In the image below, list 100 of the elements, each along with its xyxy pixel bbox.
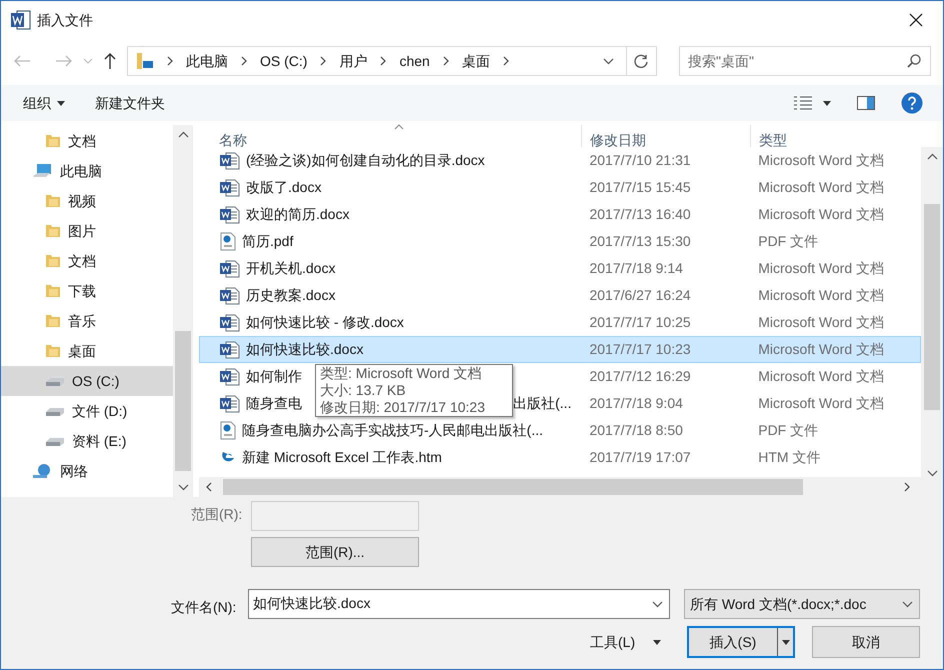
nav-item[interactable]: 文件 (D:) bbox=[1, 396, 174, 426]
file-name[interactable]: 如何快速比较.docx bbox=[246, 339, 364, 360]
type-cell-text: Microsoft Word 文档 bbox=[757, 205, 885, 224]
scroll-right-icon bbox=[903, 482, 911, 492]
search-icon bbox=[907, 54, 921, 68]
breadcrumb[interactable]: OS (C:) bbox=[260, 50, 308, 72]
type-cell-text: Microsoft Word 文档 bbox=[757, 286, 885, 305]
scroll-up-icon bbox=[178, 131, 189, 138]
range-field[interactable] bbox=[251, 501, 419, 531]
help-icon[interactable] bbox=[901, 92, 923, 114]
caret-icon bbox=[653, 640, 662, 644]
word-document-icon bbox=[220, 178, 240, 196]
chevron-right-icon bbox=[379, 56, 388, 66]
nav-item[interactable]: 图片 bbox=[1, 216, 174, 246]
filename-label: 文件名(N): bbox=[171, 598, 236, 617]
nav-item[interactable]: 视频 bbox=[1, 186, 174, 216]
file-name[interactable]: 如何制作 bbox=[246, 366, 302, 387]
breadcrumb[interactable]: 桌面 bbox=[462, 50, 490, 72]
scroll-down-icon bbox=[926, 470, 938, 477]
folder-icon bbox=[45, 313, 61, 329]
range-button[interactable]: 范围(R)... bbox=[251, 537, 419, 567]
address-bar[interactable]: 此电脑 OS (C:) 用户 chen 桌面 bbox=[127, 46, 657, 76]
file-name[interactable]: 开机关机.docx bbox=[246, 258, 336, 279]
nav-item[interactable]: 网络 bbox=[1, 456, 174, 486]
new-folder-button[interactable]: 新建文件夹 bbox=[83, 92, 177, 114]
preview-pane-icon[interactable] bbox=[857, 96, 875, 110]
filename-field[interactable]: 如何快速比较.docx bbox=[248, 589, 670, 619]
date-cell-text: 2017/7/12 16:29 bbox=[588, 367, 692, 386]
horizontal-scrollbar[interactable] bbox=[199, 477, 943, 497]
window-title: 插入文件 bbox=[37, 10, 93, 30]
pdf-file-icon bbox=[220, 232, 236, 251]
file-name[interactable]: 如何快速比较 - 修改.docx bbox=[246, 312, 404, 333]
date-cell-text: 2017/7/17 10:23 bbox=[588, 340, 692, 359]
scroll-up-icon bbox=[926, 153, 938, 160]
folder-icon bbox=[45, 193, 61, 209]
nav-item[interactable]: 下载 bbox=[1, 276, 174, 306]
vertical-scrollbar[interactable] bbox=[921, 147, 943, 477]
file-name[interactable]: 欢迎的简历.docx bbox=[246, 204, 350, 225]
nav-item[interactable]: 音乐 bbox=[1, 306, 174, 336]
word-document-icon bbox=[220, 206, 240, 224]
chevron-right-icon bbox=[442, 56, 450, 66]
file-name[interactable]: 历史教案.docx bbox=[246, 285, 336, 306]
computer-icon bbox=[33, 163, 53, 179]
scroll-down-icon bbox=[178, 484, 189, 491]
drive-icon bbox=[45, 375, 65, 387]
nav-item[interactable]: 文档 bbox=[1, 246, 174, 276]
column-header[interactable]: 类型 bbox=[751, 125, 921, 147]
breadcrumb[interactable]: 用户 bbox=[339, 50, 368, 72]
file-name[interactable]: 随身查电脑办公高手实战技巧-人民邮电出版社(... bbox=[242, 420, 543, 441]
file-type-dropdown[interactable]: 所有 Word 文档(*.docx;*.doc bbox=[684, 589, 920, 619]
search-field[interactable]: 搜索"桌面" bbox=[679, 46, 931, 76]
word-document-icon bbox=[220, 260, 240, 278]
nav-item[interactable]: 资料 (E:) bbox=[1, 426, 174, 456]
close-icon bbox=[909, 13, 923, 27]
word-document-icon bbox=[220, 314, 240, 332]
column-header[interactable]: 修改日期 bbox=[582, 125, 751, 147]
date-cell-text: 2017/7/17 10:25 bbox=[588, 313, 692, 332]
file-name[interactable]: (经验之谈)如何创建自动化的目录.docx bbox=[246, 150, 485, 171]
type-cell-text: PDF 文件 bbox=[757, 232, 820, 251]
refresh-icon[interactable] bbox=[634, 54, 649, 68]
nav-item[interactable]: 桌面 bbox=[1, 336, 174, 366]
desktop-folder-icon bbox=[136, 52, 154, 70]
date-cell-text: 2017/7/18 9:14 bbox=[588, 259, 684, 278]
folder-icon bbox=[45, 133, 61, 149]
file-name[interactable]: 新建 Microsoft Excel 工作表.htm bbox=[242, 447, 442, 468]
word-document-icon bbox=[220, 368, 240, 386]
date-cell-text: 2017/7/18 9:04 bbox=[588, 394, 684, 413]
folder-icon bbox=[45, 343, 61, 359]
date-cell-text: 2017/7/18 8:50 bbox=[588, 421, 684, 440]
chevron-right-icon bbox=[240, 56, 248, 66]
drive-icon bbox=[45, 435, 65, 447]
folder-icon bbox=[45, 283, 61, 299]
cancel-button[interactable]: 取消 bbox=[812, 626, 920, 658]
tools-button[interactable]: 工具(L) bbox=[584, 627, 668, 657]
file-name[interactable]: 随身查电 bbox=[246, 393, 302, 414]
folder-icon bbox=[45, 253, 61, 269]
column-header[interactable]: 名称 bbox=[199, 125, 582, 147]
nav-item[interactable]: 此电脑 bbox=[1, 156, 174, 186]
date-cell-text: 2017/7/13 15:30 bbox=[588, 232, 692, 251]
word-document-icon bbox=[220, 152, 240, 170]
file-name[interactable]: 改版了.docx bbox=[246, 177, 322, 198]
file-name[interactable]: 简历.pdf bbox=[242, 231, 294, 252]
sort-caret-icon bbox=[394, 124, 404, 130]
network-icon bbox=[33, 463, 53, 479]
type-cell-text: Microsoft Word 文档 bbox=[757, 313, 885, 332]
history-chevron-icon bbox=[603, 58, 614, 64]
navigation-scrollbar[interactable] bbox=[173, 125, 194, 497]
up-arrow-icon[interactable] bbox=[103, 52, 117, 70]
breadcrumb[interactable]: chen bbox=[399, 50, 430, 72]
word-document-icon bbox=[220, 340, 240, 358]
view-list-icon[interactable] bbox=[793, 96, 813, 110]
organize-button[interactable]: 组织 bbox=[13, 92, 75, 114]
nav-item[interactable]: 文档 bbox=[1, 126, 174, 156]
folder-icon bbox=[45, 223, 61, 239]
nav-item[interactable]: OS (C:) bbox=[1, 366, 174, 396]
insert-split-button[interactable]: 插入(S) bbox=[687, 626, 795, 658]
breadcrumb[interactable]: 此电脑 bbox=[186, 50, 228, 72]
row-highlight[interactable] bbox=[199, 336, 921, 363]
dropdown-chevron-icon bbox=[652, 601, 663, 608]
caret-icon bbox=[57, 100, 65, 106]
